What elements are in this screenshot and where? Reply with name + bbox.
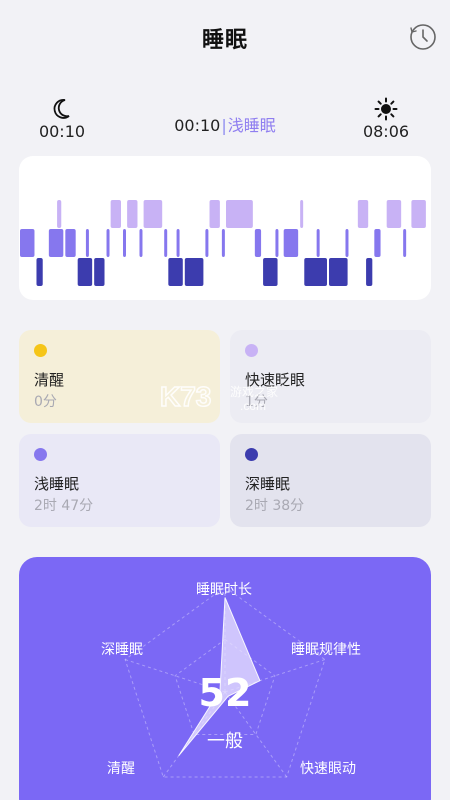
score-value: 52 [198,671,252,715]
score-level: 一般 [207,731,243,752]
stage-name: 浅睡眠 [34,475,80,493]
segment-light [316,229,320,257]
segment-deep [184,258,204,286]
segment-deep [36,258,43,286]
rem-dot [245,344,258,357]
header: 睡眠 [0,0,450,74]
segment-deep [263,258,278,286]
radar-label-regularity: 睡眠规律性 [291,642,361,658]
segment-deep [304,258,327,286]
radar-label-deep: 深睡眠 [101,642,143,658]
segment-light [139,229,143,257]
segment-rem [57,200,62,228]
segment-light [221,229,225,257]
segment-rem [110,200,121,228]
bed-time-value: 00:10 [38,122,86,141]
stage-card-deep[interactable]: 深睡眠 2时 38分 [230,434,431,527]
segment-light [254,229,262,257]
moon-icon [36,96,88,122]
stage-duration: 0分 [34,394,57,410]
current-stage: 浅睡眠 [227,116,276,135]
segment-deep [366,258,373,286]
segment-deep [168,258,183,286]
segment-rem [386,200,402,228]
radar-label-awake: 清醒 [107,761,135,777]
awake-dot [34,344,47,357]
segment-rem [226,200,253,228]
stage-name: 清醒 [34,371,65,389]
segment-light [374,229,381,257]
segment-rem [127,200,138,228]
stage-name: 快速眨眼 [245,371,306,389]
segment-light [85,229,89,257]
clock-icon[interactable] [408,22,438,52]
segment-light [403,229,407,257]
sleep-stage-chart[interactable] [19,156,431,300]
current-marker: 00:10|浅睡眠 [150,112,300,136]
segment-deep [77,258,93,286]
sleep-times: 00:10 00:10|浅睡眠 08:06 [0,96,450,148]
stage-duration: 1分 [245,394,268,410]
segment-light [20,229,35,257]
stage-card-awake[interactable]: 清醒 0分 [19,330,220,423]
segment-rem [209,200,220,228]
stage-name: 深睡眠 [245,475,291,493]
stage-duration: 2时 38分 [245,498,305,514]
segment-rem [357,200,369,228]
radar-label-duration: 睡眠时长 [196,582,252,598]
segment-light [176,229,180,257]
current-time: 00:10 [174,116,221,135]
sun-icon [358,96,414,122]
separator: | [221,116,227,135]
segment-light [164,229,168,257]
segment-rem [143,200,163,228]
segment-deep [329,258,348,286]
stage-duration: 2时 47分 [34,498,94,514]
segment-light [283,229,299,257]
sleep-score-card[interactable]: 睡眠时长 睡眠规律性 快速眼动 清醒 深睡眠 52 一般 [19,557,431,800]
segment-light [123,229,126,257]
stage-card-light[interactable]: 浅睡眠 2时 47分 [19,434,220,527]
radar-label-rem: 快速眼动 [300,761,356,777]
segment-rem [300,200,304,228]
segment-light [275,229,279,257]
timeline-svg [20,200,426,286]
wake-time-value: 08:06 [362,122,410,141]
light-dot [34,448,47,461]
segment-rem [411,200,426,228]
bed-time: 00:10 [36,96,88,141]
segment-light [345,229,349,257]
segment-deep [94,258,105,286]
segment-light [106,229,110,257]
segment-light [48,229,64,257]
stage-card-rem[interactable]: 快速眨眼 1分 [230,330,431,423]
wake-time: 08:06 [358,96,414,141]
segment-light [65,229,76,257]
segment-light [205,229,209,257]
deep-dot [245,448,258,461]
page-title: 睡眠 [201,28,248,53]
